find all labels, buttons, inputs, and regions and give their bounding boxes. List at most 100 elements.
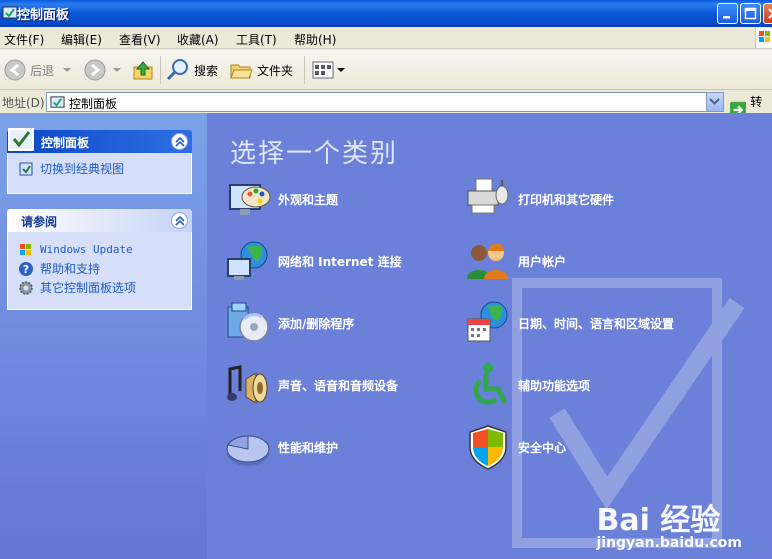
help-support-label: 帮助和支持 bbox=[40, 262, 101, 276]
page-title: 选择一个类别 bbox=[230, 139, 399, 169]
appearance-themes-icon bbox=[229, 184, 271, 215]
category-label: 打印机和其它硬件 bbox=[518, 192, 615, 207]
title-bar[interactable]: 控制面板 bbox=[0, 0, 772, 27]
back-label: 后退 bbox=[30, 63, 55, 78]
close-icon bbox=[768, 8, 772, 19]
menu-favorites[interactable]: 收藏(A) bbox=[177, 31, 219, 48]
control-panel-box-body: 切换到经典视图 bbox=[7, 153, 192, 194]
switch-classic-view-link[interactable]: 切换到经典视图 bbox=[18, 159, 181, 178]
svg-text:?: ? bbox=[23, 263, 29, 276]
task-pane: 控制面板 切换到经典视图 请参阅 Windows Update ? 帮助和支持 … bbox=[0, 113, 207, 559]
maximize-button[interactable] bbox=[740, 3, 761, 24]
menu-edit[interactable]: 编辑(E) bbox=[61, 31, 102, 48]
sounds-audio-icon bbox=[227, 365, 268, 404]
category-label: 性能和维护 bbox=[278, 440, 339, 455]
address-dropdown-button[interactable] bbox=[706, 93, 723, 111]
watermark-brand: Bai 经验 bbox=[596, 503, 721, 538]
views-icon bbox=[312, 61, 334, 79]
baidu-watermark: Bai 经验 jingyan.baidu.com bbox=[596, 495, 742, 551]
dropdown-arrow-icon bbox=[113, 68, 121, 72]
folders-button[interactable]: 文件夹 bbox=[229, 50, 293, 90]
minimize-icon bbox=[723, 16, 730, 19]
category-label: 用户帐户 bbox=[518, 254, 567, 269]
category-network-internet[interactable]: 网络和 Internet 连接 bbox=[224, 237, 402, 285]
address-bar: 地址(D) 控制面板 转到 bbox=[0, 91, 772, 126]
folders-icon bbox=[230, 64, 253, 79]
printer-hardware-icon bbox=[467, 178, 509, 214]
see-also-box-title: 请参阅 bbox=[21, 215, 58, 229]
add-remove-programs-icon bbox=[227, 302, 269, 342]
category-label: 添加/删除程序 bbox=[278, 316, 355, 331]
other-options-link[interactable]: 其它控制面板选项 bbox=[18, 278, 181, 297]
collapse-chevron-icon[interactable] bbox=[171, 133, 188, 150]
control-panel-icon bbox=[7, 126, 37, 157]
network-internet-icon bbox=[227, 241, 268, 280]
category-appearance-themes[interactable]: 外观和主题 bbox=[224, 175, 338, 223]
help-support-link[interactable]: ? 帮助和支持 bbox=[18, 259, 181, 278]
folders-label: 文件夹 bbox=[257, 63, 294, 78]
category-label: 声音、语音和音频设备 bbox=[278, 378, 399, 393]
menu-view[interactable]: 查看(V) bbox=[119, 31, 161, 48]
back-arrow-icon bbox=[4, 59, 26, 81]
control-panel-box-header[interactable]: 控制面板 bbox=[7, 128, 192, 153]
see-also-box-body: Windows Update ? 帮助和支持 其它控制面板选项 bbox=[7, 232, 192, 310]
category-label: 网络和 Internet 连接 bbox=[278, 254, 402, 269]
category-label: 外观和主题 bbox=[278, 192, 339, 207]
forward-button[interactable] bbox=[84, 50, 122, 90]
search-button[interactable]: 搜索 bbox=[166, 50, 218, 90]
watermark-url: jingyan.baidu.com bbox=[596, 535, 742, 551]
see-also-box-header[interactable]: 请参阅 bbox=[7, 209, 192, 232]
date-time-language-icon bbox=[467, 301, 508, 342]
collapse-chevron-icon[interactable] bbox=[171, 212, 188, 229]
minimize-button[interactable] bbox=[717, 3, 738, 24]
category-security-center[interactable]: 安全中心 bbox=[464, 423, 566, 471]
dropdown-arrow-icon bbox=[337, 68, 345, 72]
chevron-down-icon bbox=[709, 98, 720, 105]
category-label: 辅助功能选项 bbox=[518, 378, 591, 393]
category-printer-hardware[interactable]: 打印机和其它硬件 bbox=[464, 175, 614, 223]
address-input[interactable]: 控制面板 bbox=[46, 92, 724, 112]
category-sounds-audio[interactable]: 声音、语音和音频设备 bbox=[224, 361, 398, 409]
menu-file[interactable]: 文件(F) bbox=[4, 31, 44, 48]
user-accounts-icon bbox=[467, 243, 508, 279]
category-add-remove-programs[interactable]: 添加/删除程序 bbox=[224, 299, 354, 347]
category-accessibility[interactable]: 辅助功能选项 bbox=[464, 361, 590, 409]
back-button[interactable]: 后退 bbox=[4, 50, 72, 90]
toolbar: 后退 搜索 文件夹 bbox=[0, 50, 772, 90]
close-button[interactable] bbox=[763, 3, 772, 24]
windows-update-label: Windows Update bbox=[40, 243, 133, 256]
menu-help[interactable]: 帮助(H) bbox=[294, 31, 336, 48]
main-pane: 选择一个类别 外观和主题 网络和 Internet 连接 添加/删除程序 声音、… bbox=[207, 113, 772, 559]
control-panel-box: 控制面板 切换到经典视图 bbox=[7, 128, 192, 194]
category-user-accounts[interactable]: 用户帐户 bbox=[464, 237, 566, 285]
gear-icon bbox=[18, 280, 34, 296]
forward-arrow-icon bbox=[84, 59, 106, 81]
menu-tools[interactable]: 工具(T) bbox=[236, 31, 277, 48]
windows-update-link[interactable]: Windows Update bbox=[18, 240, 181, 259]
dropdown-arrow-icon bbox=[63, 68, 72, 72]
category-date-time-language[interactable]: 日期、时间、语言和区域设置 bbox=[464, 299, 674, 347]
windows-logo-icon bbox=[755, 28, 772, 48]
control-panel-box-title: 控制面板 bbox=[41, 136, 90, 150]
search-icon bbox=[166, 59, 188, 81]
control-panel-icon bbox=[50, 95, 65, 113]
category-performance-maintenance[interactable]: 性能和维护 bbox=[224, 423, 338, 471]
windows-update-icon bbox=[18, 242, 34, 258]
switch-classic-view-label: 切换到经典视图 bbox=[40, 162, 125, 176]
accessibility-icon bbox=[473, 363, 507, 405]
content-area: 控制面板 切换到经典视图 请参阅 Windows Update ? 帮助和支持 … bbox=[0, 113, 772, 559]
views-button[interactable] bbox=[311, 50, 345, 90]
search-label: 搜索 bbox=[194, 63, 219, 78]
menu-bar: 文件(F) 编辑(E) 查看(V) 收藏(A) 工具(T) 帮助(H) bbox=[0, 27, 772, 49]
other-options-label: 其它控制面板选项 bbox=[40, 281, 137, 295]
up-folder-icon bbox=[133, 61, 153, 80]
security-center-icon bbox=[469, 425, 507, 470]
see-also-box: 请参阅 Windows Update ? 帮助和支持 其它控制面板选项 bbox=[7, 209, 192, 310]
classic-view-icon bbox=[18, 161, 34, 177]
address-label: 地址(D) bbox=[2, 96, 45, 110]
help-icon: ? bbox=[18, 261, 34, 277]
control-panel-icon bbox=[2, 5, 18, 21]
window-title: 控制面板 bbox=[17, 8, 70, 23]
up-folder-button[interactable] bbox=[132, 50, 154, 90]
category-label: 安全中心 bbox=[518, 440, 567, 455]
